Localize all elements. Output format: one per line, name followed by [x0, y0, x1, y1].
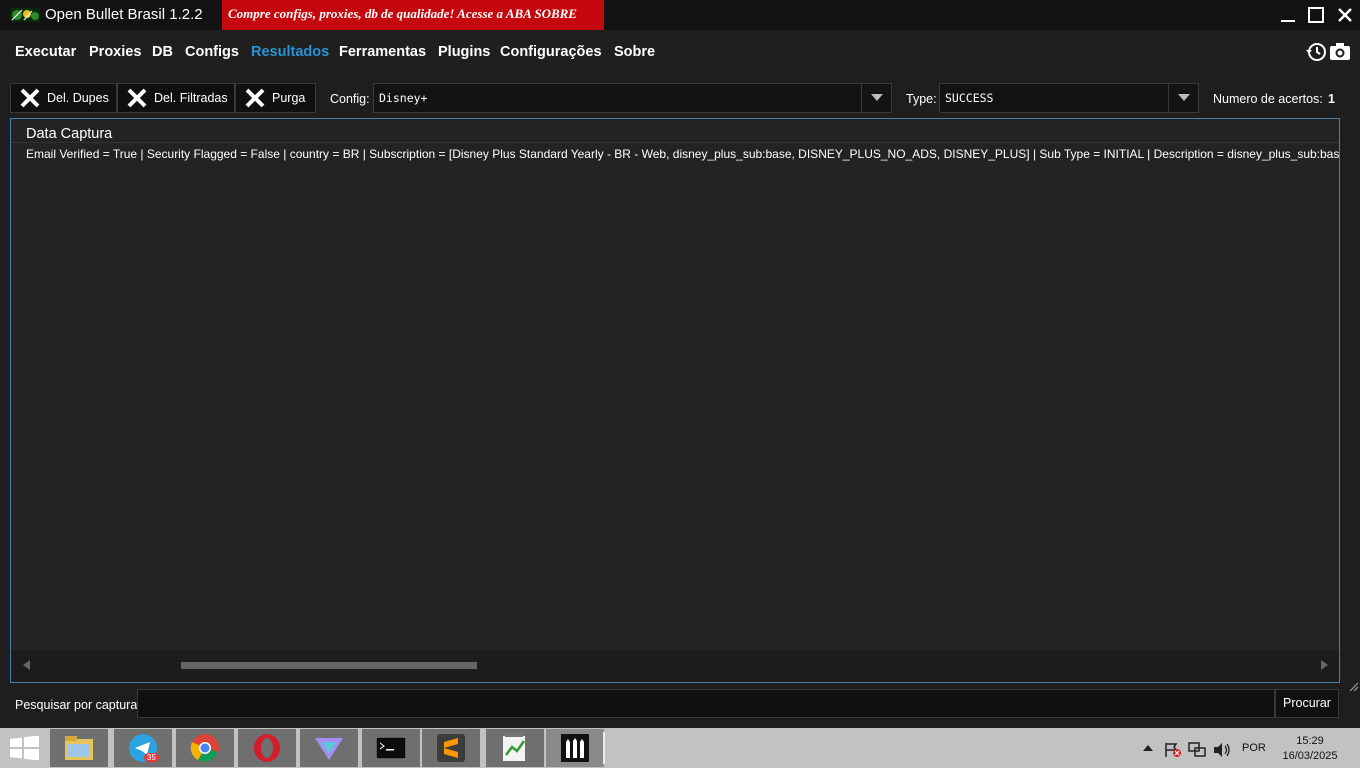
del-dupes-button[interactable]: Del. Dupes	[10, 83, 117, 113]
menu-ferramentas[interactable]: Ferramentas	[339, 44, 426, 60]
chevron-up-icon[interactable]	[1143, 744, 1153, 752]
menu-configs[interactable]: Configs	[185, 44, 239, 60]
input-language[interactable]: POR	[1242, 742, 1266, 754]
taskbar-telegram[interactable]: 35	[114, 729, 172, 767]
windows-start-icon[interactable]	[10, 736, 40, 760]
window-title: Open Bullet Brasil 1.2.2	[45, 6, 203, 23]
del-filtradas-button[interactable]: Del. Filtradas	[117, 83, 235, 113]
delete-x-icon	[245, 88, 265, 108]
menu-proxies[interactable]: Proxies	[89, 44, 141, 60]
menu-executar[interactable]: Executar	[15, 44, 76, 60]
notepad-plus-icon	[503, 733, 526, 761]
data-capture-panel: Data Captura Email Verified = True | Sec…	[10, 118, 1340, 683]
search-input[interactable]	[137, 689, 1275, 718]
taskbar-vpn[interactable]	[300, 729, 358, 767]
menu-db[interactable]: DB	[152, 44, 173, 60]
scroll-right-icon[interactable]	[1321, 660, 1329, 670]
close-icon[interactable]	[1334, 4, 1356, 26]
delete-x-icon	[127, 88, 147, 108]
config-label: Config:	[330, 92, 370, 106]
config-value: Disney+	[379, 91, 428, 105]
taskbar-notepad[interactable]	[486, 729, 544, 767]
minimize-icon[interactable]	[1277, 4, 1299, 26]
list-item[interactable]: Email Verified = True | Security Flagged…	[26, 147, 1339, 161]
column-header-data-captura[interactable]: Data Captura	[26, 126, 112, 142]
system-clock[interactable]: 15:29 16/03/2025	[1280, 734, 1340, 764]
purga-label: Purga	[272, 91, 306, 105]
taskbar: 35 POR 15:29 16/03/2025	[0, 728, 1360, 768]
taskbar-chrome[interactable]	[176, 729, 234, 767]
clock-time: 15:29	[1296, 735, 1324, 747]
taskbar-openbullet[interactable]	[546, 729, 604, 767]
chevron-down-icon[interactable]	[861, 84, 891, 112]
vpn-triangle-icon	[315, 738, 343, 760]
purga-button[interactable]: Purga	[235, 83, 316, 113]
type-label: Type:	[906, 92, 937, 106]
type-value: SUCCESS	[945, 91, 994, 105]
scroll-left-icon[interactable]	[23, 660, 31, 670]
clock-date: 16/03/2025	[1282, 750, 1338, 762]
search-label: Pesquisar por captura:	[15, 698, 141, 712]
menu-resultados[interactable]: Resultados	[251, 44, 329, 60]
openbullet-icon	[561, 734, 589, 762]
promo-banner[interactable]: Compre configs, proxies, db de qualidade…	[222, 0, 604, 30]
menu-sobre[interactable]: Sobre	[614, 44, 655, 60]
menu-plugins[interactable]: Plugins	[438, 44, 490, 60]
main-menu: Executar Proxies DB Configs Resultados F…	[0, 30, 1360, 74]
horizontal-scrollbar[interactable]	[11, 650, 1339, 682]
scrollbar-thumb[interactable]	[181, 662, 477, 669]
chrome-icon	[190, 734, 219, 762]
taskbar-opera[interactable]	[238, 729, 296, 767]
taskbar-file-explorer[interactable]	[50, 729, 108, 767]
chevron-down-icon[interactable]	[1168, 84, 1198, 112]
maximize-icon[interactable]	[1305, 4, 1327, 26]
folder-icon	[65, 736, 93, 760]
delete-x-icon	[20, 88, 40, 108]
resize-grip-icon[interactable]	[1349, 682, 1359, 692]
header-divider	[11, 142, 1339, 143]
taskbar-separator	[603, 732, 605, 764]
volume-icon[interactable]	[1213, 742, 1231, 758]
telegram-badge: 35	[144, 753, 159, 762]
hits-label: Numero de acertos:	[1213, 92, 1323, 106]
del-dupes-label: Del. Dupes	[47, 91, 109, 105]
taskbar-terminal[interactable]	[362, 729, 420, 767]
app-logo-icon	[10, 8, 40, 22]
del-filtradas-label: Del. Filtradas	[154, 91, 228, 105]
type-select[interactable]: SUCCESS	[939, 83, 1199, 113]
menu-configuracoes[interactable]: Configurações	[500, 44, 602, 60]
config-select[interactable]: Disney+	[373, 83, 892, 113]
sublime-text-icon	[437, 734, 465, 762]
search-button[interactable]: Procurar	[1275, 689, 1339, 718]
opera-icon	[254, 734, 280, 762]
hits-count: 1	[1328, 92, 1335, 106]
taskbar-sublime[interactable]	[422, 729, 480, 767]
action-center-flag-icon[interactable]	[1164, 742, 1182, 758]
network-icon[interactable]	[1188, 742, 1206, 758]
screenshot-icon[interactable]	[1329, 41, 1351, 63]
title-bar: Open Bullet Brasil 1.2.2 Compre configs,…	[0, 0, 1360, 30]
history-icon[interactable]	[1305, 41, 1327, 63]
terminal-icon	[376, 737, 406, 759]
